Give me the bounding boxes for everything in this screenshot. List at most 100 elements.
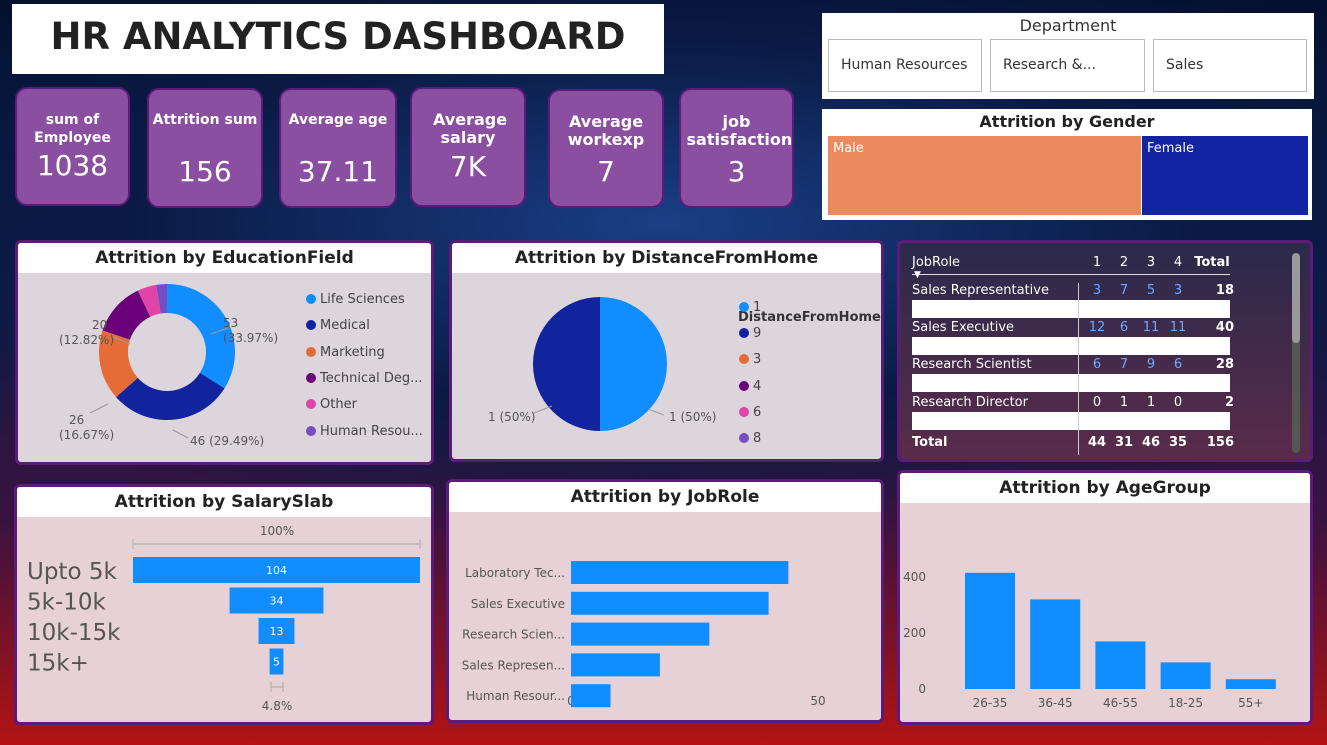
bar[interactable] — [965, 572, 1015, 689]
matrix-col-header: 4 — [1173, 255, 1183, 270]
funnel-bottom-pct: 4.8% — [262, 699, 293, 713]
kpi-value: 7K — [449, 150, 487, 183]
matrix-cell-total: 2 — [1224, 395, 1234, 410]
attrition-by-salaryslab-panel: Attrition by SalarySlab 100% 4.8% 104 Upt… — [14, 484, 434, 725]
matrix-cell-total: 18 — [1215, 283, 1234, 298]
kpi-value: 7 — [597, 155, 615, 188]
matrix-total-row: Total 44 31 46 35 156 — [912, 435, 1234, 450]
matrix-spacer — [912, 300, 1230, 318]
matrix-row[interactable]: Research Scientist 6 7 9 6 28 — [912, 357, 1234, 372]
bar[interactable] — [571, 684, 611, 708]
matrix-row[interactable]: Research Director 0 1 1 0 2 — [912, 395, 1234, 410]
legend-dot-icon — [306, 294, 316, 304]
pie-slice[interactable] — [600, 297, 667, 431]
bar[interactable] — [1225, 679, 1276, 689]
page-title: HR ANALYTICS DASHBOARD — [50, 15, 626, 58]
kpi-card-attrition: Attrition sum 156 — [147, 88, 263, 208]
legend-dot-icon — [739, 433, 749, 443]
kpi-card-average-age: Average age 37.11 — [279, 88, 397, 208]
bar[interactable] — [571, 561, 789, 584]
matrix-spacer — [912, 412, 1230, 430]
legend-dot-icon — [306, 425, 316, 436]
legend-item[interactable]: 9 — [739, 326, 761, 341]
kpi-card-job-satisfaction: job satisfaction 3 — [679, 88, 794, 208]
legend-item[interactable]: Medical — [306, 318, 370, 333]
kpi-label: Attrition sum — [152, 112, 258, 128]
legend-item[interactable]: 1 — [739, 300, 761, 315]
matrix-header-jobrole[interactable]: JobRole — [912, 255, 960, 270]
bar[interactable] — [571, 591, 769, 615]
slicer-header: Department — [1019, 16, 1117, 35]
kpi-label: job satisfaction — [686, 112, 793, 149]
slicer-option-research[interactable]: Research &... — [990, 39, 1145, 92]
x-axis-tick: 18-25 — [1168, 696, 1203, 710]
legend-item[interactable]: 6 — [739, 405, 761, 420]
pie-slice[interactable] — [533, 297, 600, 431]
bar-category: Research Scien... — [462, 628, 565, 642]
x-axis-tick: 55+ — [1238, 696, 1263, 710]
matrix-cell-total: 156 — [1206, 435, 1234, 450]
kpi-label: sum of Employee — [34, 112, 111, 146]
chart-title: Attrition by JobRole — [449, 482, 881, 512]
bar[interactable] — [571, 653, 660, 677]
legend-label: Medical — [320, 318, 370, 334]
bar[interactable] — [1095, 641, 1146, 689]
legend-item[interactable]: 3 — [739, 352, 761, 367]
scrollbar-thumb[interactable] — [1292, 253, 1300, 343]
matrix-cell: 0 — [1173, 395, 1183, 410]
bar[interactable] — [1030, 599, 1081, 689]
legend-label: 9 — [753, 326, 762, 342]
slicer-option-sales[interactable]: Sales — [1153, 39, 1307, 92]
legend-dot-icon — [739, 380, 749, 391]
segment-label: Male — [833, 141, 864, 156]
matrix-col-header: 3 — [1146, 255, 1156, 270]
matrix-row[interactable]: Sales Executive 12 6 11 11 40 — [912, 320, 1234, 335]
x-axis-tick: 26-35 — [973, 696, 1008, 710]
matrix-cell: 3 — [1173, 283, 1183, 298]
donut-label: (33.97%) — [223, 331, 278, 345]
matrix-spacer — [912, 337, 1230, 355]
gender-segment-female[interactable]: Female — [1142, 136, 1308, 215]
x-axis-tick: 46-55 — [1103, 696, 1138, 710]
x-axis-tick: 36-45 — [1038, 696, 1073, 710]
legend-item[interactable]: Life Sciences — [306, 292, 405, 307]
attrition-by-distancefromhome-panel: Attrition by DistanceFromHome 1 (50%) 1 … — [449, 240, 884, 462]
attrition-by-gender-chart: Attrition by Gender Male Female — [822, 109, 1312, 220]
legend-item[interactable]: Technical Deg... — [306, 371, 422, 386]
matrix-divider — [1078, 283, 1079, 455]
legend-item[interactable]: Other — [306, 397, 357, 412]
kpi-value: 37.11 — [297, 155, 379, 188]
matrix-cell: 0 — [1092, 395, 1102, 410]
bar-category: Laboratory Tec... — [465, 566, 565, 580]
donut-label: 26 — [69, 413, 84, 427]
row-label: Sales Representative — [912, 283, 1049, 298]
bar[interactable] — [571, 622, 710, 646]
legend-item[interactable]: Marketing — [306, 345, 385, 360]
slicer-option-human-resources[interactable]: Human Resources — [828, 39, 982, 92]
legend-dot-icon — [306, 372, 316, 383]
matrix-row[interactable]: Sales Representative 3 7 5 3 18 — [912, 283, 1234, 298]
gender-segment-male[interactable]: Male — [828, 136, 1141, 215]
legend-item[interactable]: 8 — [739, 431, 761, 446]
kpi-card-average-workexp: Average workexp 7 — [548, 89, 664, 208]
matrix-scrollbar[interactable] — [1292, 253, 1300, 453]
legend-dot-icon — [739, 328, 749, 339]
axis-tick: 50 — [810, 694, 825, 708]
matrix-cell: 6 — [1092, 357, 1102, 372]
bar[interactable] — [1160, 662, 1211, 689]
sort-down-icon[interactable]: ▼ — [914, 270, 921, 280]
donut-label: (12.82%) — [59, 333, 114, 347]
distance-pie-chart: 1 (50%) 1 (50%) DistanceFromHome — [488, 297, 881, 431]
matrix-col-header: 2 — [1119, 255, 1129, 270]
pie-label: 1 (50%) — [488, 410, 535, 424]
legend-item[interactable]: Human Resou... — [306, 424, 423, 439]
funnel-value: 104 — [266, 564, 287, 577]
legend-dot-icon — [739, 354, 749, 365]
matrix-cell: 5 — [1146, 283, 1156, 298]
funnel-category: 5k-10k — [27, 590, 107, 616]
funnel-category: Upto 5k — [27, 559, 117, 585]
legend-item[interactable]: 4 — [739, 379, 761, 394]
matrix-cell: 6 — [1119, 320, 1129, 335]
row-label: Sales Executive — [912, 320, 1015, 335]
bar-category: Human Resour... — [466, 689, 565, 703]
